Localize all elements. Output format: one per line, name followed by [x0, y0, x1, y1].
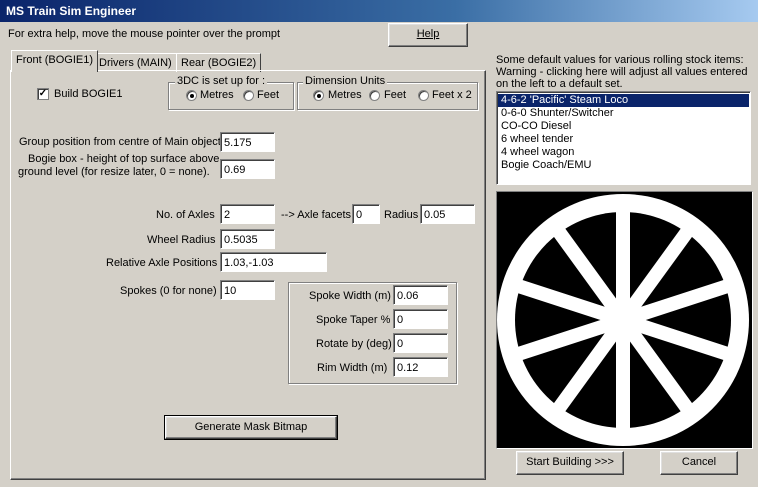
build-bogie1-checkbox[interactable]: ✓ — [37, 88, 49, 100]
relative-axle-positions-label: Relative Axle Positions — [106, 257, 218, 269]
spoke-width-input[interactable]: 0.06 — [393, 285, 448, 305]
start-building-button[interactable]: Start Building >>> — [516, 451, 624, 475]
window-title: MS Train Sim Engineer — [6, 4, 137, 18]
defaults-info-line3: on the left to a default set. — [496, 78, 623, 90]
dim-units-feetx2-radio[interactable] — [418, 90, 429, 101]
setup-3dc-metres-label: Metres — [200, 89, 234, 101]
main-window: MS Train Sim Engineer For extra help, mo… — [0, 0, 758, 487]
build-bogie1-label: Build BOGIE1 — [54, 88, 123, 100]
rim-width-label: Rim Width (m) — [317, 362, 388, 374]
setup-3dc-caption: 3DC is set up for : — [175, 75, 268, 87]
rotate-by-label: Rotate by (deg) — [316, 338, 392, 350]
defaults-info-line1: Some default values for various rolling … — [496, 54, 744, 66]
wheel-radius-label: Wheel Radius — [147, 234, 216, 246]
wheel-preview — [496, 191, 753, 449]
rotate-by-input[interactable]: 0 — [393, 333, 448, 353]
radius-label: Radius — [384, 209, 419, 221]
group-position-input[interactable]: 5.175 — [220, 132, 275, 152]
rim-width-input[interactable]: 0.12 — [393, 357, 448, 377]
radius-input[interactable]: 0.05 — [420, 204, 475, 224]
dim-units-feet-label: Feet — [384, 89, 407, 101]
list-item[interactable]: 4-6-2 'Pacific' Steam Loco — [498, 94, 749, 107]
list-item[interactable]: Bogie Coach/EMU — [498, 159, 749, 172]
spoke-taper-input[interactable]: 0 — [393, 309, 448, 329]
help-hint: For extra help, move the mouse pointer o… — [8, 28, 281, 40]
no-axles-label: No. of Axles — [156, 209, 215, 221]
spoke-taper-label: Spoke Taper % — [316, 314, 391, 326]
spoke-width-label: Spoke Width (m) — [309, 290, 391, 302]
list-item[interactable]: 0-6-0 Shunter/Switcher — [498, 107, 749, 120]
axle-facets-label: --> Axle facets — [281, 209, 352, 221]
relative-axle-positions-input[interactable]: 1.03,-1.03 — [220, 252, 327, 272]
dim-units-metres-radio[interactable] — [313, 90, 324, 101]
defaults-info-line2: Warning - clicking here will adjust all … — [496, 66, 748, 78]
cancel-button[interactable]: Cancel — [660, 451, 738, 475]
dimension-units-caption: Dimension Units — [303, 75, 388, 87]
help-button[interactable]: Help — [388, 23, 468, 47]
dim-units-feet-radio[interactable] — [369, 90, 380, 101]
axle-facets-input[interactable]: 0 — [352, 204, 380, 224]
tab-front-bogie1[interactable]: Front (BOGIE1) — [11, 50, 99, 72]
bogie-box-input[interactable]: 0.69 — [220, 159, 275, 179]
setup-3dc-feet-label: Feet — [257, 89, 280, 101]
wheel-preview-icon — [497, 194, 749, 446]
bogie-box-label-line2: ground level (for resize later, 0 = none… — [18, 166, 210, 178]
group-position-label: Group position from centre of Main objec… — [19, 136, 221, 148]
list-item[interactable]: 4 wheel wagon — [498, 146, 749, 159]
wheel-hub — [601, 298, 645, 342]
list-item[interactable]: CO-CO Diesel — [498, 120, 749, 133]
setup-3dc-metres-radio[interactable] — [186, 90, 197, 101]
dim-units-feetx2-label: Feet x 2 — [432, 89, 472, 101]
defaults-listbox[interactable]: 4-6-2 'Pacific' Steam Loco 0-6-0 Shunter… — [496, 91, 751, 185]
setup-3dc-feet-radio[interactable] — [243, 90, 254, 101]
wheel-radius-input[interactable]: 0.5035 — [220, 229, 275, 249]
no-axles-input[interactable]: 2 — [220, 204, 275, 224]
title-bar: MS Train Sim Engineer — [0, 0, 758, 22]
generate-mask-bitmap-button[interactable]: Generate Mask Bitmap — [164, 415, 338, 440]
spokes-label: Spokes (0 for none) — [120, 285, 217, 297]
list-item[interactable]: 6 wheel tender — [498, 133, 749, 146]
spokes-input[interactable]: 10 — [220, 280, 275, 300]
dim-units-metres-label: Metres — [328, 89, 362, 101]
bogie-box-label-line1: Bogie box - height of top surface above — [28, 153, 220, 165]
